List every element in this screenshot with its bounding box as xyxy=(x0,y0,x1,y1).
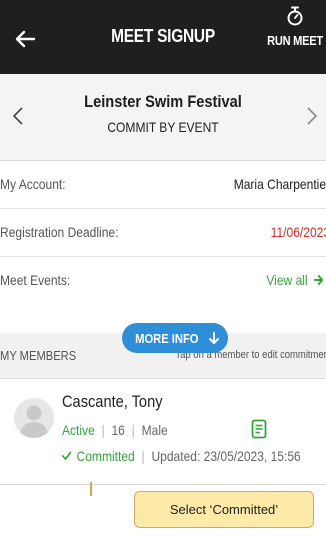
commit-status[interactable]: Committed xyxy=(62,448,138,464)
account-label: My Account: xyxy=(0,176,66,192)
meet-events-label: Meet Events: xyxy=(0,272,71,288)
member-name: Cascante, Tony xyxy=(62,392,163,411)
run-meet-button[interactable]: RUN MEET xyxy=(254,6,326,48)
avatar xyxy=(14,398,54,438)
document-icon xyxy=(251,419,267,439)
deadline-value: 11/06/2023 xyxy=(270,224,326,240)
chevron-right-icon xyxy=(307,107,318,125)
app-header: MEET SIGNUP RUN MEET xyxy=(0,0,326,74)
meet-events-row: Meet Events: View all xyxy=(0,257,326,333)
callout-pointer xyxy=(90,482,92,496)
member-card[interactable]: Cascante, Tony Active | 16 | Male Commit… xyxy=(0,379,326,485)
person-icon xyxy=(19,405,49,438)
view-all-label: View all xyxy=(266,272,308,288)
stopwatch-icon xyxy=(287,6,303,26)
meet-subtitle: COMMIT BY EVENT xyxy=(107,119,219,135)
meet-name: Leinster Swim Festival xyxy=(84,92,242,111)
arrow-right-icon xyxy=(313,275,324,285)
view-all-link[interactable]: View all xyxy=(266,272,324,288)
arrow-down-icon xyxy=(209,331,220,344)
checkmark-icon xyxy=(62,451,72,460)
member-gender: Male xyxy=(141,422,168,438)
divider: | xyxy=(141,448,145,464)
deadline-label: Registration Deadline: xyxy=(0,224,119,240)
account-value: Maria Charpentier xyxy=(233,176,326,192)
divider: | xyxy=(101,422,105,438)
deadline-row: Registration Deadline: 11/06/2023 xyxy=(0,209,326,257)
run-meet-label: RUN MEET xyxy=(267,33,323,48)
commitment-line: Committed | Updated: 23/05/2023, 15:56 xyxy=(62,448,301,464)
commitment-details-button[interactable] xyxy=(248,416,270,442)
commit-status-label: Committed xyxy=(76,448,135,464)
members-title: MY MEMBERS xyxy=(0,348,77,363)
member-status: Active xyxy=(62,422,95,438)
divider: | xyxy=(131,422,135,438)
more-info-button[interactable]: MORE INFO xyxy=(122,323,228,353)
updated-timestamp: Updated: 23/05/2023, 15:56 xyxy=(151,448,301,464)
more-info-label: MORE INFO xyxy=(134,330,199,346)
member-details: Active | 16 | Male xyxy=(62,422,168,438)
account-row: My Account: Maria Charpentier xyxy=(0,161,326,209)
instruction-callout: Select ‘Committed’ xyxy=(134,491,314,528)
next-event-button[interactable] xyxy=(300,102,324,130)
event-selector: Leinster Swim Festival COMMIT BY EVENT xyxy=(0,74,326,161)
member-age: 16 xyxy=(111,422,125,438)
